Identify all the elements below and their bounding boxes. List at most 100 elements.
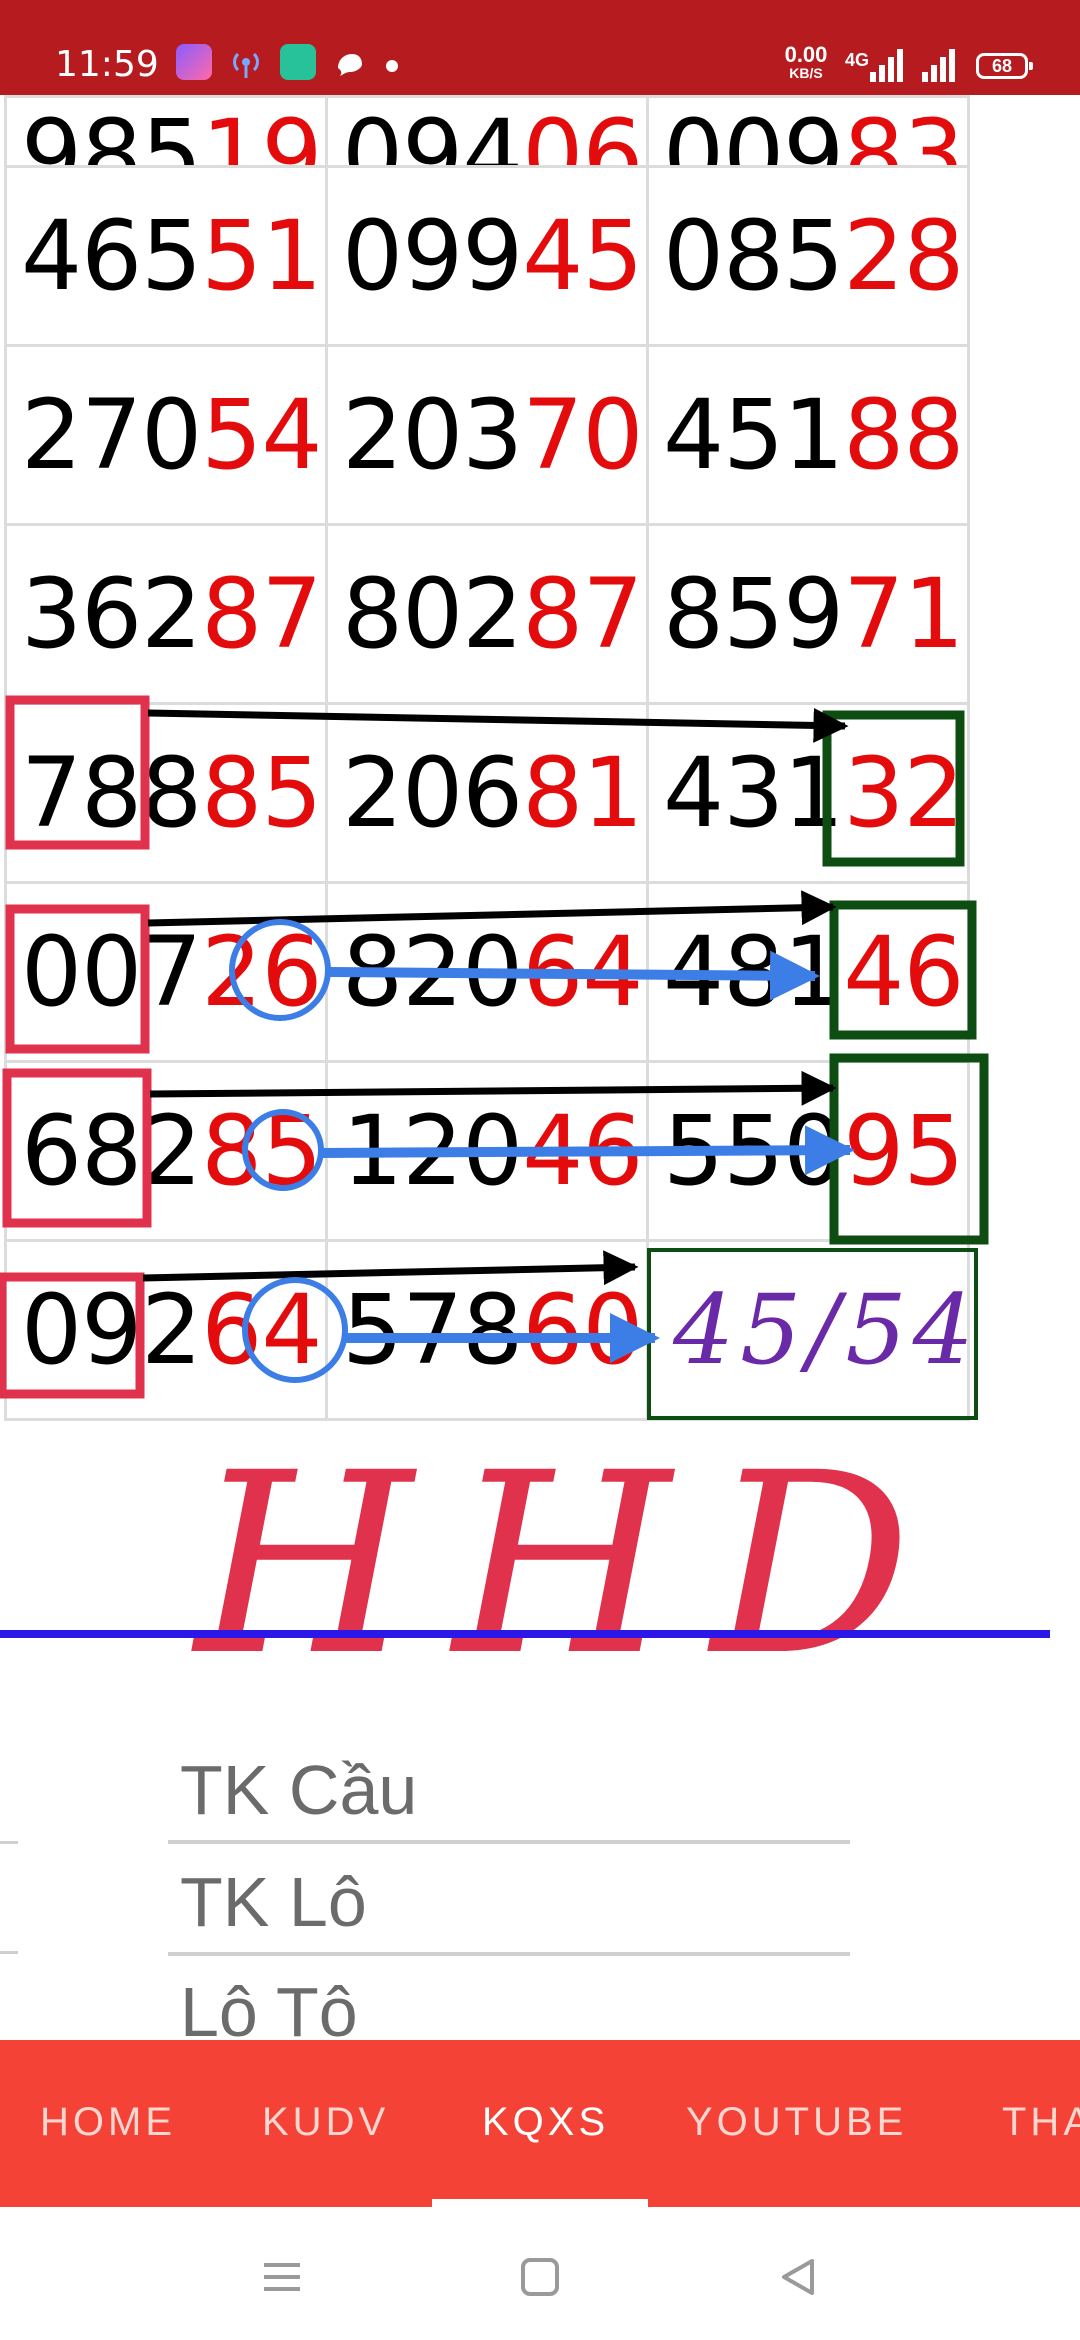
hotspot-icon — [228, 44, 264, 80]
number-tail-digits: 06 — [522, 99, 643, 167]
result-number-cell: 85971 — [646, 523, 970, 705]
menu-icon — [264, 2263, 300, 2291]
number-tail-digits: 54 — [201, 379, 322, 491]
result-number-cell: 46551 — [4, 165, 328, 347]
table-row: 36287 80287 85971 — [4, 523, 970, 705]
number-tail-digits: 83 — [843, 99, 964, 167]
chat-app-icon — [332, 44, 368, 80]
more-notifications-dot — [386, 60, 398, 72]
number-head-digits: 431 — [663, 737, 844, 849]
signal-icon-2 — [922, 49, 955, 82]
menu-divider-tick — [0, 1951, 18, 1954]
number-head-digits: 203 — [342, 379, 523, 491]
menu-item-tk-cau[interactable]: TK Cầu — [168, 1740, 850, 1844]
active-tab-indicator — [432, 2199, 648, 2207]
menu-item-tk-lo[interactable]: TK Lô — [168, 1844, 850, 1956]
system-nav-bar — [0, 2207, 1080, 2340]
number-tail-digits: 32 — [843, 737, 964, 849]
back-button[interactable] — [758, 2237, 838, 2317]
result-number-cell: 55095 — [646, 1060, 970, 1242]
number-head-digits: 362 — [21, 558, 202, 670]
number-head-digits: 270 — [21, 379, 202, 491]
status-time: 11:59 — [55, 44, 159, 85]
number-tail-digits: 81 — [522, 737, 643, 849]
battery-icon: 68 — [976, 53, 1033, 79]
number-head-digits: 682 — [21, 1095, 202, 1207]
number-tail-digits: 46 — [522, 1095, 643, 1207]
menu-list: TK Cầu TK Lô Lô Tô — [0, 1740, 1080, 2040]
table-row: 27054 20370 45188 — [4, 344, 970, 526]
result-number-cell: 09406 — [325, 95, 649, 168]
number-tail-digits: 64 — [522, 916, 643, 1028]
table-row: 09264 57860 45/54 — [4, 1239, 970, 1421]
number-head-digits: 085 — [663, 200, 844, 312]
tab-home[interactable]: HOME — [40, 2100, 176, 2145]
number-head-digits: 009 — [663, 99, 844, 167]
result-number-cell: 57860 — [325, 1239, 649, 1421]
number-tail-digits: 71 — [843, 558, 964, 670]
tab-kudv[interactable]: KUDV — [262, 2100, 389, 2145]
results-table: 98519 09406 00983 46551 09945 08528 27054 20370… — [4, 95, 970, 1421]
number-tail-digits: 60 — [522, 1274, 643, 1386]
result-number-cell: 08528 — [646, 165, 970, 347]
number-tail-digits: 85 — [201, 737, 322, 849]
number-head-digits: 092 — [21, 1274, 202, 1386]
result-number-cell: 27054 — [4, 344, 328, 526]
table-row: 00726 82064 48146 — [4, 881, 970, 1063]
number-tail-digits: 95 — [843, 1095, 964, 1207]
result-number-cell: 36287 — [4, 523, 328, 705]
number-head-digits: 465 — [21, 200, 202, 312]
table-row: 46551 09945 08528 — [4, 165, 970, 347]
blue-divider-line — [0, 1630, 1050, 1638]
result-number-cell: 00983 — [646, 95, 970, 168]
back-triangle-icon — [782, 2259, 814, 2295]
table-row: 68285 12046 55095 — [4, 1060, 970, 1242]
tab-kqxs[interactable]: KQXS — [482, 2100, 609, 2145]
signal-icon — [870, 49, 903, 82]
status-bar: 11:59 0.00 KB/S 4G 68 — [0, 0, 1080, 95]
number-tail-digits: 88 — [843, 379, 964, 491]
number-head-digits: 802 — [342, 558, 523, 670]
number-head-digits: 120 — [342, 1095, 523, 1207]
recent-apps-button[interactable] — [242, 2237, 322, 2317]
number-head-digits: 550 — [663, 1095, 844, 1207]
result-number-cell: 78885 — [4, 702, 328, 884]
number-tail-digits: 64 — [201, 1274, 322, 1386]
menu-divider-tick — [0, 1841, 18, 1844]
number-tail-digits: 45 — [522, 200, 643, 312]
number-tail-digits: 85 — [201, 1095, 322, 1207]
result-number-cell: 48146 — [646, 881, 970, 1063]
number-head-digits: 820 — [342, 916, 523, 1028]
number-head-digits: 859 — [663, 558, 844, 670]
handwritten-note-cell: 45/54 — [646, 1239, 970, 1421]
home-button[interactable] — [500, 2237, 580, 2317]
result-number-cell: 09945 — [325, 165, 649, 347]
result-number-cell: 80287 — [325, 523, 649, 705]
home-square-icon — [521, 2258, 559, 2296]
result-number-cell: 12046 — [325, 1060, 649, 1242]
number-tail-digits: 28 — [843, 200, 964, 312]
bill-app-icon — [280, 44, 316, 80]
number-head-digits: 007 — [21, 916, 202, 1028]
result-number-cell: 45188 — [646, 344, 970, 526]
network-speed: 0.00 KB/S — [778, 44, 834, 82]
number-tail-digits: 26 — [201, 916, 322, 1028]
number-head-digits: 451 — [663, 379, 844, 491]
tab-youtube[interactable]: YOUTUBE — [686, 2100, 907, 2145]
number-tail-digits: 51 — [201, 200, 322, 312]
number-tail-digits: 70 — [522, 379, 643, 491]
number-head-digits: 985 — [21, 99, 202, 167]
app-notification-icon — [176, 44, 212, 80]
number-head-digits: 578 — [342, 1274, 523, 1386]
result-number-cell: 09264 — [4, 1239, 328, 1421]
number-head-digits: 099 — [342, 200, 523, 312]
menu-item-lo-to[interactable]: Lô Tô — [168, 1954, 850, 2040]
tab-tha[interactable]: THA — [1002, 2100, 1080, 2145]
result-number-cell: 43132 — [646, 702, 970, 884]
result-number-cell: 98519 — [4, 95, 328, 168]
result-number-cell: 20681 — [325, 702, 649, 884]
number-head-digits: 481 — [663, 916, 844, 1028]
table-row-partial: 98519 09406 00983 — [4, 95, 970, 168]
number-tail-digits: 87 — [201, 558, 322, 670]
number-head-digits: 094 — [342, 99, 523, 167]
